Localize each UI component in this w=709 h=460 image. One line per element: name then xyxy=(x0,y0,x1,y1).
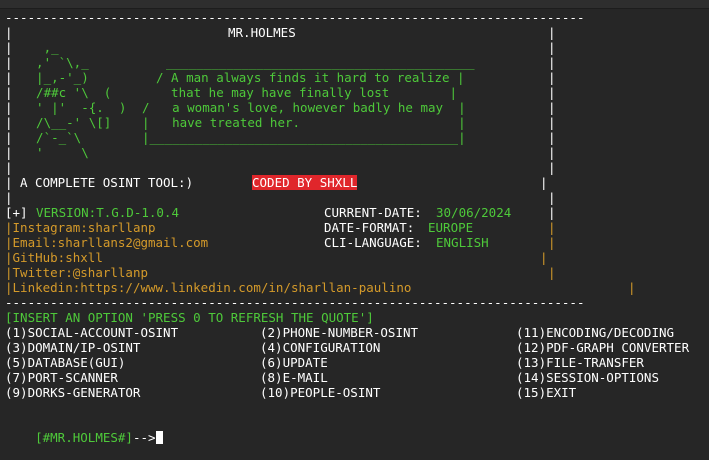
info-right-border-1: | xyxy=(548,205,556,220)
info-right-border-3: | xyxy=(548,235,556,250)
banner-right-border: | xyxy=(548,190,556,205)
menu-option-port-scanner[interactable]: (7)PORT-SCANNER xyxy=(5,370,118,385)
current-date-value: 30/06/2024 xyxy=(436,205,512,220)
ascii-art-line: |_,-'_) xyxy=(21,70,134,85)
banner-left-border: | xyxy=(5,145,13,160)
info-twitter: |Twitter:@sharllanp xyxy=(5,265,148,280)
banner-bottom-rule: ----------------------------------------… xyxy=(5,295,585,310)
info-version: VERSION:T.G.D-1.0.4 xyxy=(36,205,179,220)
ascii-art-line: ' |' -{. ) xyxy=(21,100,134,115)
menu-option-dorks-generator[interactable]: (9)DORKS-GENERATOR xyxy=(5,385,140,400)
info-right-border-2: | xyxy=(548,220,556,235)
banner-right-border: | xyxy=(548,25,556,40)
banner-right-border: | xyxy=(548,115,556,130)
banner-title: MR.HOLMES xyxy=(228,25,296,40)
tool-label: A COMPLETE OSINT TOOL:) xyxy=(20,175,194,190)
info-right-border-6: | xyxy=(628,280,636,295)
banner-right-border: | xyxy=(548,40,556,55)
terminal-window: ----------------------------------------… xyxy=(0,0,709,454)
ascii-art-line: /`-_`\ xyxy=(21,130,134,145)
menu-option-domain-ip-osint[interactable]: (3)DOMAIN/IP-OSINT xyxy=(5,340,140,355)
ascii-art-line: /##c '\ ( xyxy=(21,85,134,100)
date-format-label: DATE-FORMAT: xyxy=(324,220,415,235)
insert-option-prompt: [INSERT AN OPTION 'PRESS 0 TO REFRESH TH… xyxy=(5,310,374,325)
date-format-value: EUROPE xyxy=(428,220,474,235)
banner-right-border: | xyxy=(548,130,556,145)
menu-option-update[interactable]: (6)UPDATE xyxy=(260,355,328,370)
ascii-art-line: ,' `\,_ xyxy=(21,55,134,70)
shell-prompt: [#MR.HOLMES#] xyxy=(35,430,133,445)
menu-option-social-account-osint[interactable]: (1)SOCIAL-ACCOUNT-OSINT xyxy=(5,325,178,340)
banner-left-border: | xyxy=(5,100,13,115)
ascii-art-line: ' \ xyxy=(21,145,134,160)
menu-option-people-osint[interactable]: (10)PEOPLE-OSINT xyxy=(260,385,380,400)
quote-line-3: / a woman's love, however badly he may | xyxy=(142,100,466,115)
quote-bottom-rule: |_______________________________________… xyxy=(142,130,466,145)
info-instagram-text: Instagram:sharllanp xyxy=(12,220,156,235)
info-github: |GitHub:shxll xyxy=(5,250,103,265)
banner-left-border: | xyxy=(5,130,13,145)
banner-right-border: | xyxy=(548,55,556,70)
banner-left-border: | xyxy=(5,55,13,70)
banner-right-border: | xyxy=(548,100,556,115)
info-linkedin-text: Linkedin:https://www.linkedin.com/in/sha… xyxy=(12,280,412,295)
ascii-art-line: ,_ xyxy=(21,40,134,55)
menu-option-pdf-graph-converter[interactable]: (12)PDF-GRAPH CONVERTER xyxy=(516,340,689,355)
menu-option-database-gui[interactable]: (5)DATABASE(GUI) xyxy=(5,355,125,370)
info-github-text: GitHub:shxll xyxy=(12,250,103,265)
banner-left-border: | xyxy=(5,190,13,205)
banner-left-border: | xyxy=(5,85,13,100)
info-instagram: |Instagram:sharllanp xyxy=(5,220,156,235)
info-prefix: [+] xyxy=(5,205,28,220)
text-cursor[interactable] xyxy=(155,431,163,444)
banner-left-border: | xyxy=(5,115,13,130)
banner-right-border: | xyxy=(548,85,556,100)
shell-prompt-line[interactable]: [#MR.HOLMES#]--> xyxy=(5,415,163,445)
banner-right-border: | xyxy=(548,70,556,85)
quote-line-1: / A man always finds it hard to realize … xyxy=(156,70,465,85)
menu-option-phone-number-osint[interactable]: (2)PHONE-NUMBER-OSINT xyxy=(260,325,418,340)
banner-left-border: | xyxy=(5,160,13,175)
menu-option-configuration[interactable]: (4)CONFIGURATION xyxy=(260,340,380,355)
banner-left-border: | xyxy=(5,40,13,55)
menu-option-e-mail[interactable]: (8)E-MAIL xyxy=(260,370,328,385)
menu-option-encoding-decoding[interactable]: (11)ENCODING/DECODING xyxy=(516,325,674,340)
ascii-art-line: /\__-' \[] xyxy=(21,115,134,130)
banner-left-border: | xyxy=(5,70,13,85)
banner-right-border: | xyxy=(548,160,556,175)
window-top-edge xyxy=(0,0,709,9)
quote-line-4: | have treated her. | xyxy=(142,115,466,130)
tool-line-left-border: | xyxy=(5,175,13,190)
info-twitter-text: Twitter:@sharllanp xyxy=(12,265,148,280)
current-date-label: CURRENT-DATE: xyxy=(324,205,422,220)
quote-line-2: that he may have finally lost | xyxy=(156,85,458,100)
info-linkedin: |Linkedin:https://www.linkedin.com/in/sh… xyxy=(5,280,412,295)
menu-option-file-transfer[interactable]: (13)FILE-TRANSFER xyxy=(516,355,644,370)
coded-by-text: CODED BY SHXLL xyxy=(252,175,358,190)
shell-arrow: --> xyxy=(132,430,156,445)
info-email: |Email:sharllans2@gmail.com xyxy=(5,235,209,250)
menu-option-exit[interactable]: (15)EXIT xyxy=(516,385,576,400)
cli-language-label: CLI-LANGUAGE: xyxy=(324,235,422,250)
banner-top-rule: ----------------------------------------… xyxy=(5,10,585,25)
tool-line-right-border: | xyxy=(540,175,548,190)
menu-option-session-options[interactable]: (14)SESSION-OPTIONS xyxy=(516,370,659,385)
cli-language-value: ENGLISH xyxy=(436,235,489,250)
banner-left-border: | xyxy=(5,25,13,40)
banner-right-border: | xyxy=(548,145,556,160)
info-email-text: Email:sharllans2@gmail.com xyxy=(12,235,209,250)
info-right-border-4: | xyxy=(540,250,548,265)
info-right-border-5: | xyxy=(548,265,556,280)
coded-by-badge: CODED BY SHXLL xyxy=(252,175,358,190)
quote-top-rule: ________________________________________… xyxy=(166,55,475,70)
